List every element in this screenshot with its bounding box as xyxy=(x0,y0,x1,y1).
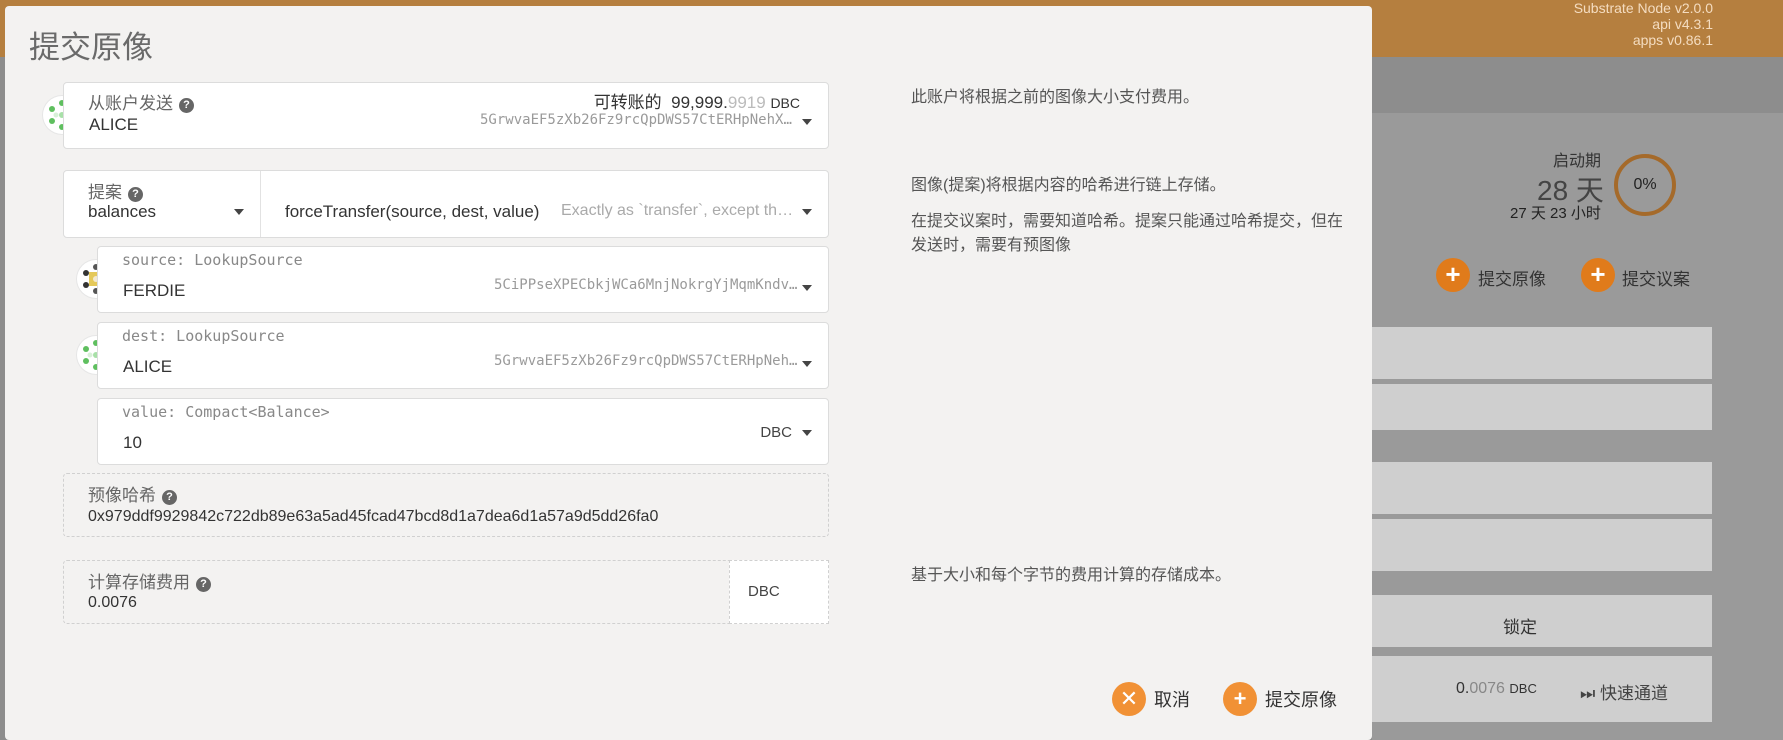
method-value: forceTransfer(source, dest, value) xyxy=(285,202,540,221)
storage-fee-label: 计算存储费用? xyxy=(88,568,211,593)
dest-account-name: ALICE xyxy=(123,357,173,376)
api-version: api v4.3.1 xyxy=(1652,16,1713,32)
value-label: value: Compact<Balance> xyxy=(122,403,330,421)
preimage-hash-field: 预像哈希? 0x979ddf9929842c722db89e63a5ad45fc… xyxy=(63,473,829,537)
bg-fast-track-button[interactable]: ⏭ 快速通道 xyxy=(1580,679,1668,704)
launch-period-remaining: 27 天 23 小时 xyxy=(1510,205,1601,222)
unit-value: DBC xyxy=(760,424,792,441)
question-icon[interactable]: ? xyxy=(196,577,211,592)
dest-account-address: 5GrwvaEF5zXb26Fz9rcQpDWS57CtERHpNehXCP… xyxy=(494,353,804,369)
bg-row xyxy=(1372,384,1712,430)
launch-period-label: 启动期 xyxy=(1553,153,1602,170)
from-account-address: 5GrwvaEF5zXb26Fz9rcQpDWS57CtERHpNehXCPc… xyxy=(480,112,800,128)
bg-row xyxy=(1372,519,1712,571)
version-info: Substrate Node v2.0.0 api v4.3.1 apps v0… xyxy=(1574,0,1713,48)
bg-row xyxy=(1372,595,1712,647)
dest-label: dest: LookupSource xyxy=(122,327,285,345)
module-value: balances xyxy=(88,202,157,221)
node-version: Substrate Node v2.0.0 xyxy=(1573,0,1713,16)
bg-row xyxy=(1372,462,1712,514)
proposal-help-1: 图像(提案)将根据内容的哈希进行链上存储。 xyxy=(911,177,1226,194)
chevron-down-icon xyxy=(234,209,244,215)
fee-unit-box: DBC xyxy=(729,560,829,624)
question-icon[interactable]: ? xyxy=(162,490,177,505)
submit-preimage-button[interactable]: + 提交原像 xyxy=(1223,682,1337,716)
value-amount: 10 xyxy=(123,433,142,452)
bg-submit-proposal-button[interactable]: 提交议案 xyxy=(1622,265,1690,290)
proposal-select: 提案? balances forceTransfer(source, dest,… xyxy=(63,170,829,238)
storage-fee-field: 计算存储费用? 0.0076 DBC xyxy=(63,560,829,624)
chevron-down-icon xyxy=(802,430,812,436)
cancel-button[interactable]: ✕ 取消 xyxy=(1112,682,1190,716)
bg-submit-preimage-button[interactable]: 提交原像 xyxy=(1478,265,1546,290)
source-label: source: LookupSource xyxy=(122,251,303,269)
launch-progress-percent: 0% xyxy=(1633,176,1657,193)
chevron-down-icon xyxy=(802,361,812,367)
from-account-name: ALICE xyxy=(89,115,139,134)
chevron-down-icon xyxy=(802,285,812,291)
fee-unit: DBC xyxy=(748,583,780,600)
unit-select[interactable]: DBC xyxy=(760,424,792,441)
chevron-down-icon xyxy=(802,209,812,215)
apps-version: apps v0.86.1 xyxy=(1632,32,1713,48)
source-account-name: FERDIE xyxy=(123,281,186,300)
from-account-help: 此账户将根据之前的图像大小支付费用。 xyxy=(911,89,1200,106)
bg-amount: 0.0076 DBC xyxy=(1456,680,1537,697)
source-account-address: 5CiPPseXPECbkjWCa6MnjNokrgYjMqmKndv2rS… xyxy=(494,277,804,293)
submit-preimage-modal: 提交原像 从账户发送? 可转账的 99,999.9919 DBC ALICE 5… xyxy=(5,6,1372,740)
fast-forward-icon: ⏭ xyxy=(1580,684,1596,703)
proposal-help-2: 在提交议案时，需要知道哈希。提案只能通过哈希提交，但在发送时，需要有预图像 xyxy=(911,213,1344,254)
storage-fee-help: 基于大小和每个字节的费用计算的存储成本。 xyxy=(911,567,1232,584)
transferable-balance: 可转账的 99,999.9919 DBC xyxy=(593,93,800,112)
question-icon[interactable]: ? xyxy=(179,98,194,113)
launch-progress-ring: 0% xyxy=(1614,154,1676,216)
value-input[interactable]: value: Compact<Balance> 10 DBC xyxy=(97,398,829,465)
preimage-hash-value: 0x979ddf9929842c722db89e63a5ad45fcad47bc… xyxy=(88,508,659,525)
modal-title: 提交原像 xyxy=(29,30,153,65)
bg-plus-icon: + xyxy=(1581,258,1615,292)
preimage-hash-label: 预像哈希? xyxy=(88,481,177,506)
plus-icon: + xyxy=(1223,682,1257,716)
bg-row xyxy=(1372,327,1712,379)
method-description: Exactly as `transfer`, except the ori… xyxy=(561,202,801,219)
source-account-select[interactable]: source: LookupSource FERDIE 5CiPPseXPECb… xyxy=(97,246,829,313)
bg-locked-header: 锁定 xyxy=(1503,618,1537,637)
dest-account-select[interactable]: dest: LookupSource ALICE 5GrwvaEF5zXb26F… xyxy=(97,322,829,389)
x-icon: ✕ xyxy=(1112,682,1146,716)
module-select[interactable]: balances xyxy=(64,171,261,237)
storage-fee-value: 0.0076 xyxy=(88,594,137,611)
from-account-select[interactable]: 从账户发送? 可转账的 99,999.9919 DBC ALICE 5Grwva… xyxy=(63,82,829,149)
bg-plus-icon: + xyxy=(1436,258,1470,292)
chevron-down-icon xyxy=(802,119,812,125)
from-account-label: 从账户发送? xyxy=(88,89,194,114)
method-select[interactable]: forceTransfer(source, dest, value) Exact… xyxy=(261,171,828,237)
